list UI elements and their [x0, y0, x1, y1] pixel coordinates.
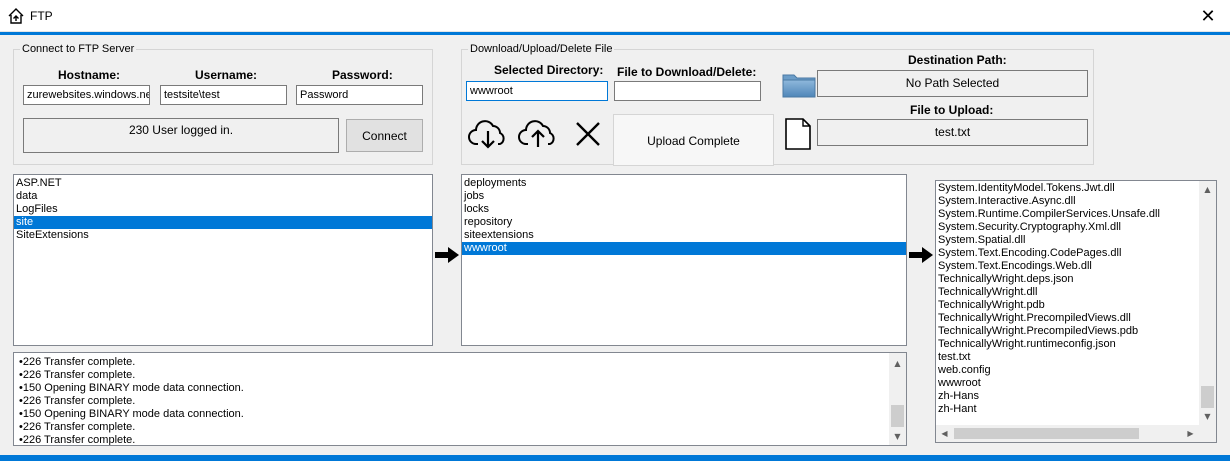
cloud-download-icon[interactable] [468, 114, 508, 154]
password-label: Password: [332, 68, 393, 82]
log-line[interactable]: •226 Transfer complete. [17, 369, 906, 382]
transfer-status: Upload Complete [613, 114, 774, 166]
selected-directory-input[interactable]: wwwroot [466, 81, 608, 101]
transfer-legend: Download/Upload/Delete File [468, 43, 615, 55]
close-button[interactable]: ✕ [1196, 4, 1220, 28]
log-line[interactable]: •226 Transfer complete. [17, 421, 906, 434]
home-upload-icon [8, 8, 24, 24]
wwwroot-file-list[interactable]: System.IdentityModel.Tokens.Jwt.dll Syste… [935, 180, 1217, 443]
title-bar: FTP ✕ [0, 0, 1230, 32]
hscroll-thumb[interactable] [954, 428, 1139, 439]
list-item[interactable]: site [14, 216, 432, 229]
list-item[interactable]: locks [462, 203, 906, 216]
list-item[interactable]: System.Security.Cryptography.Xml.dll [936, 221, 1216, 234]
file-to-upload-display: test.txt [817, 119, 1088, 146]
list-item[interactable]: TechnicallyWright.pdb [936, 299, 1216, 312]
site-directory-list[interactable]: deployments jobs locks repository siteextens… [461, 174, 907, 346]
hostname-label: Hostname: [58, 68, 121, 82]
list-item[interactable]: jobs [462, 190, 906, 203]
list-item[interactable]: ASP.NET [14, 177, 432, 190]
password-input[interactable]: Password [296, 85, 423, 105]
file-to-download-input[interactable] [614, 81, 761, 101]
log-line[interactable]: •150 Opening BINARY mode data connection… [17, 408, 906, 421]
list-item[interactable]: LogFiles [14, 203, 432, 216]
wwwroot-horizontal-scrollbar[interactable]: ◀ ▶ [936, 425, 1199, 442]
arrow-right-icon-2 [909, 247, 933, 263]
list-item[interactable]: data [14, 190, 432, 203]
folder-icon[interactable] [782, 70, 816, 98]
list-item[interactable]: System.Runtime.CompilerServices.Unsafe.d… [936, 208, 1216, 221]
list-item[interactable]: SiteExtensions [14, 229, 432, 242]
list-item[interactable]: TechnicallyWright.deps.json [936, 273, 1216, 286]
log-line[interactable]: •226 Transfer complete. [17, 395, 906, 408]
list-item[interactable]: test.txt [936, 351, 1216, 364]
log-scroll-thumb[interactable] [891, 405, 904, 427]
destination-path-label: Destination Path: [908, 53, 1007, 67]
cloud-upload-icon[interactable] [518, 114, 558, 154]
list-item[interactable]: deployments [462, 177, 906, 190]
root-directory-list[interactable]: ASP.NET data LogFiles site SiteExtensions [13, 174, 433, 346]
list-item[interactable]: System.IdentityModel.Tokens.Jwt.dll [936, 182, 1216, 195]
scroll-right-arrow[interactable]: ▶ [1182, 425, 1199, 442]
bottom-accent-line [0, 455, 1230, 461]
list-item[interactable]: TechnicallyWright.PrecompiledViews.pdb [936, 325, 1216, 338]
file-icon[interactable] [784, 117, 812, 151]
log-scroll-up-arrow[interactable]: ▲ [889, 355, 906, 372]
scroll-corner [1199, 425, 1216, 442]
connection-status: 230 User logged in. [23, 118, 339, 153]
list-item[interactable]: TechnicallyWright.runtimeconfig.json [936, 338, 1216, 351]
list-item[interactable]: TechnicallyWright.PrecompiledViews.dll [936, 312, 1216, 325]
log-line[interactable]: •226 Transfer complete. [17, 434, 906, 445]
file-to-upload-label: File to Upload: [910, 103, 994, 117]
log-vertical-scrollbar[interactable]: ▲ ▼ [889, 353, 906, 445]
list-item[interactable]: zh-Hans [936, 390, 1216, 403]
username-input[interactable]: testsite\test [160, 85, 287, 105]
log-line[interactable]: •150 Opening BINARY mode data connection… [17, 382, 906, 395]
wwwroot-vertical-scrollbar[interactable]: ▲ ▼ [1199, 181, 1216, 425]
connect-button[interactable]: Connect [346, 119, 423, 152]
selected-directory-label: Selected Directory: [494, 63, 604, 77]
list-item[interactable]: zh-Hant [936, 403, 1216, 416]
file-to-download-label: File to Download/Delete: [617, 65, 757, 79]
list-item[interactable]: System.Text.Encodings.Web.dll [936, 260, 1216, 273]
list-item[interactable]: TechnicallyWright.dll [936, 286, 1216, 299]
list-item[interactable]: siteextensions [462, 229, 906, 242]
list-item[interactable]: System.Spatial.dll [936, 234, 1216, 247]
scroll-left-arrow[interactable]: ◀ [936, 425, 953, 442]
destination-path-display: No Path Selected [817, 70, 1088, 97]
scroll-thumb[interactable] [1201, 386, 1214, 408]
scroll-up-arrow[interactable]: ▲ [1199, 181, 1216, 198]
delete-x-icon[interactable] [568, 114, 608, 154]
log-scroll-down-arrow[interactable]: ▼ [889, 428, 906, 445]
window-title: FTP [30, 9, 53, 23]
log-line[interactable]: •226 Transfer complete. [17, 356, 906, 369]
list-item[interactable]: wwwroot [936, 377, 1216, 390]
list-item[interactable]: web.config [936, 364, 1216, 377]
connect-legend: Connect to FTP Server [20, 43, 137, 55]
hostname-input[interactable]: zurewebsites.windows.net [23, 85, 150, 105]
title-accent-line [0, 32, 1230, 35]
username-label: Username: [195, 68, 258, 82]
list-item[interactable]: repository [462, 216, 906, 229]
list-item[interactable]: System.Interactive.Async.dll [936, 195, 1216, 208]
arrow-right-icon [435, 247, 459, 263]
scroll-down-arrow[interactable]: ▼ [1199, 408, 1216, 425]
list-item[interactable]: System.Text.Encoding.CodePages.dll [936, 247, 1216, 260]
list-item[interactable]: wwwroot [462, 242, 906, 255]
log-output[interactable]: •226 Transfer complete. •226 Transfer com… [13, 352, 907, 446]
